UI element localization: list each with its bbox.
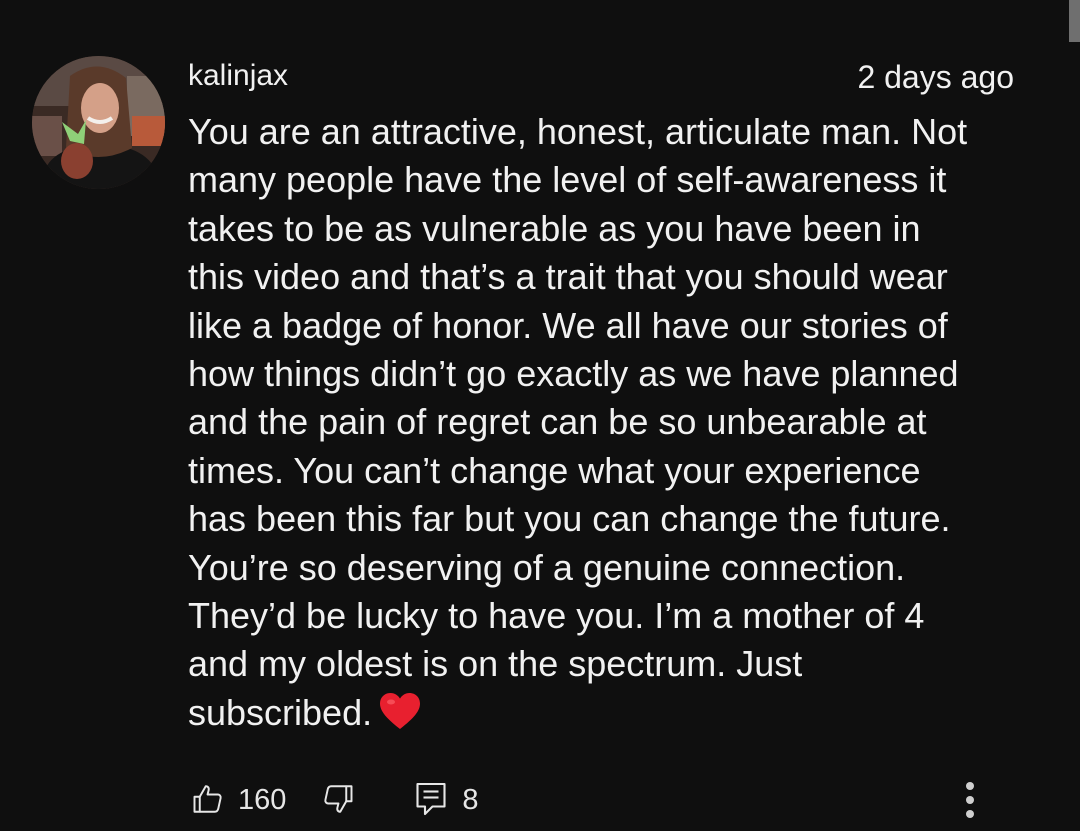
thumbs-down-icon — [320, 781, 356, 820]
comment-text: You are an attractive, honest, articulat… — [188, 108, 1028, 737]
scrollbar-thumb[interactable] — [1069, 0, 1080, 42]
comment-line: like a badge of honor. We all have our s… — [188, 304, 948, 346]
replies-button[interactable]: 8 — [414, 781, 479, 820]
avatar[interactable] — [32, 56, 165, 189]
comment-line: subscribed. — [188, 691, 373, 733]
heart-emoji-icon — [380, 692, 421, 743]
comment-line: You’re so deserving of a genuine connect… — [188, 546, 906, 588]
comment-line: times. You can’t change what your experi… — [188, 449, 921, 491]
comment-line: You are an attractive, honest, articulat… — [188, 111, 968, 152]
comment-timestamp[interactable]: 2 days ago — [857, 59, 1014, 95]
comment-line: many people have the level of self-aware… — [188, 159, 947, 201]
comment-actions: 160 8 — [190, 776, 479, 824]
author-name[interactable]: kalinjax — [188, 58, 288, 94]
comment-line: They’d be lucky to have you. I’m a mothe… — [188, 594, 925, 636]
comment-line: takes to be as vulnerable as you have be… — [188, 207, 921, 249]
dislike-button[interactable] — [320, 781, 356, 820]
more-dot — [966, 796, 974, 804]
reply-count: 8 — [462, 783, 479, 816]
like-button[interactable]: 160 — [190, 781, 286, 820]
like-count: 160 — [238, 783, 287, 816]
comment-icon — [414, 781, 448, 820]
thumbs-up-icon — [190, 781, 226, 820]
more-options-button[interactable] — [955, 776, 985, 824]
comment-line: and my oldest is on the spectrum. Just — [188, 643, 803, 685]
comment-line: this video and that’s a trait that you s… — [188, 256, 948, 298]
comment-line: has been this far but you can change the… — [188, 498, 951, 540]
more-vertical-icon — [966, 782, 974, 790]
comment-line: and the pain of regret can be so unbeara… — [188, 401, 927, 443]
comment-line-last: subscribed. — [188, 689, 1028, 737]
comment-line: how things didn’t go exactly as we have … — [188, 352, 959, 394]
avatar-image — [32, 56, 165, 189]
more-dot — [966, 810, 974, 818]
